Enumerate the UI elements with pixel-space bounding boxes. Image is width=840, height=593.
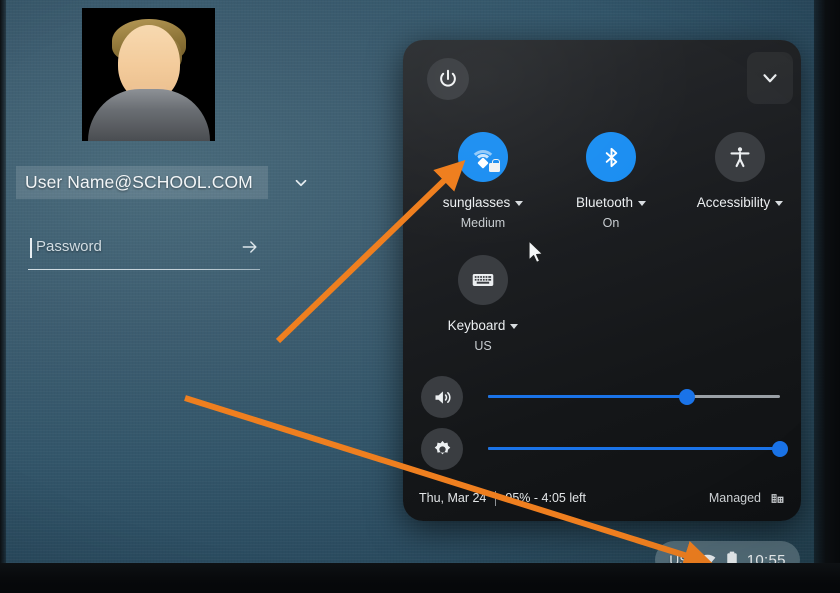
volume-up-icon[interactable] bbox=[421, 376, 463, 418]
avatar[interactable] bbox=[82, 8, 215, 141]
chevron-down-icon[interactable] bbox=[292, 174, 310, 192]
quick-setting-network[interactable]: sunglasses Medium bbox=[421, 132, 545, 230]
brightness-slider-track[interactable] bbox=[488, 440, 788, 457]
quick-setting-bluetooth[interactable]: Bluetooth On bbox=[549, 132, 673, 230]
power-button[interactable] bbox=[427, 58, 469, 100]
arrow-right-icon[interactable] bbox=[240, 237, 260, 257]
accessibility-icon[interactable] bbox=[715, 132, 765, 182]
brightness-slider-thumb[interactable] bbox=[772, 440, 788, 457]
accessibility-label: Accessibility bbox=[696, 195, 771, 210]
mouse-pointer-icon bbox=[528, 240, 546, 266]
chromebook-lock-screen: User Name@SCHOOL.COM Password sunglasses… bbox=[0, 0, 840, 593]
volume-slider-track[interactable] bbox=[488, 388, 780, 405]
chevron-down-icon bbox=[763, 74, 777, 83]
date-label[interactable]: Thu, Mar 24 bbox=[419, 491, 486, 505]
collapse-panel-button[interactable] bbox=[747, 52, 793, 104]
quick-settings-panel: sunglasses Medium Bluetooth On Accessibi… bbox=[403, 40, 801, 521]
managed-label: Managed bbox=[708, 491, 761, 505]
quick-settings-footer: Thu, Mar 24 95% - 4:05 left Managed bbox=[403, 475, 801, 521]
password-placeholder: Password bbox=[36, 238, 102, 255]
password-field[interactable]: Password bbox=[28, 236, 260, 270]
user-name-row: User Name@SCHOOL.COM bbox=[16, 166, 307, 199]
footer-divider bbox=[495, 490, 497, 506]
network-label: sunglasses bbox=[442, 195, 511, 210]
battery-status-label[interactable]: 95% - 4:05 left bbox=[505, 491, 586, 505]
caret-down-icon[interactable] bbox=[515, 200, 524, 206]
volume-slider-fill bbox=[488, 395, 687, 398]
caret-down-icon[interactable] bbox=[638, 200, 647, 206]
network-label-row: sunglasses bbox=[421, 195, 545, 210]
quick-setting-accessibility[interactable]: Accessibility bbox=[678, 132, 801, 210]
bluetooth-label-row: Bluetooth bbox=[549, 195, 673, 210]
brightness-slider-fill bbox=[488, 447, 780, 450]
network-sublabel: Medium bbox=[460, 216, 506, 230]
accessibility-label-row: Accessibility bbox=[678, 195, 801, 210]
wifi-locked-icon[interactable] bbox=[458, 132, 508, 182]
managed-indicator[interactable]: Managed bbox=[709, 491, 785, 506]
keyboard-label: Keyboard bbox=[447, 318, 506, 333]
quick-setting-keyboard[interactable]: Keyboard US bbox=[421, 255, 545, 353]
brightness-slider-row bbox=[421, 428, 788, 470]
avatar-body bbox=[87, 89, 210, 141]
user-name-label: User Name@SCHOOL.COM bbox=[25, 172, 253, 192]
lock-icon bbox=[489, 158, 500, 172]
volume-slider-thumb[interactable] bbox=[678, 388, 695, 405]
keyboard-icon[interactable] bbox=[458, 255, 508, 305]
bezel-left bbox=[0, 0, 6, 575]
caret-down-icon[interactable] bbox=[775, 200, 784, 206]
keyboard-sublabel: US bbox=[474, 339, 492, 353]
text-caret bbox=[30, 238, 32, 258]
enterprise-building-icon bbox=[771, 493, 784, 503]
bezel-bottom bbox=[0, 563, 840, 593]
caret-down-icon[interactable] bbox=[510, 323, 519, 329]
bluetooth-sublabel: On bbox=[602, 216, 620, 230]
keyboard-label-row: Keyboard bbox=[421, 318, 545, 333]
bluetooth-icon[interactable] bbox=[586, 132, 636, 182]
brightness-icon[interactable] bbox=[421, 428, 463, 470]
volume-slider-row bbox=[421, 376, 783, 418]
password-underline bbox=[28, 268, 260, 270]
bezel-right bbox=[814, 0, 840, 575]
user-name-chip[interactable]: User Name@SCHOOL.COM bbox=[16, 166, 268, 199]
login-block: User Name@SCHOOL.COM Password bbox=[0, 0, 320, 300]
bluetooth-label: Bluetooth bbox=[575, 195, 634, 210]
